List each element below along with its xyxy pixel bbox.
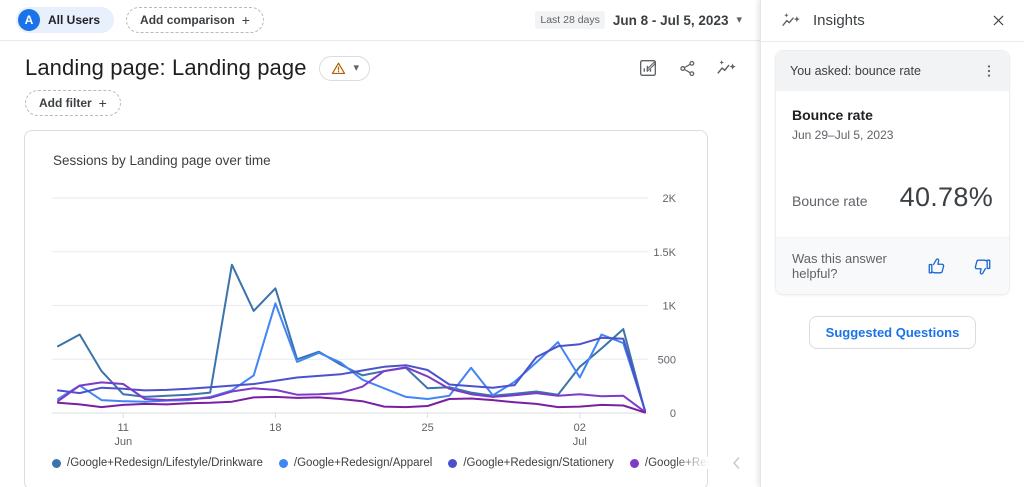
chevron-down-icon: ▾ bbox=[736, 15, 742, 26]
page-title: Landing page: Landing page bbox=[25, 55, 307, 81]
insight-card-header: You asked: bounce rate bbox=[776, 51, 1009, 91]
svg-text:25: 25 bbox=[421, 422, 433, 434]
suggested-questions-button[interactable]: Suggested Questions bbox=[809, 316, 977, 349]
close-icon bbox=[990, 12, 1007, 29]
edit-chart-button[interactable] bbox=[636, 56, 660, 80]
comparison-bar: A All Users Add comparison + Last 28 day… bbox=[0, 0, 760, 41]
legend-label: /Google+Redesign/Lifestyle/Drinkware bbox=[67, 457, 263, 469]
plus-icon: + bbox=[242, 13, 250, 27]
legend-items: /Google+Redesign/Lifestyle/Drinkware/Goo… bbox=[52, 457, 709, 469]
helpful-prompt: Was this answer helpful? bbox=[792, 251, 925, 281]
insights-panel-title: Insights bbox=[813, 12, 865, 29]
insights-panel: Insights You asked: bounce rate Bounce r… bbox=[760, 0, 1024, 487]
filter-bar: Add filter + bbox=[0, 81, 760, 116]
thumbs-up-icon bbox=[927, 256, 948, 277]
data-quality-pill[interactable]: ▾ bbox=[319, 56, 371, 81]
sessions-chart-card: Sessions by Landing page over time 0 500 1… bbox=[24, 130, 708, 487]
close-insights-button[interactable] bbox=[986, 9, 1010, 33]
share-icon bbox=[678, 59, 697, 78]
thumbs-down-icon bbox=[971, 256, 992, 277]
insight-metric-value: 40.78% bbox=[900, 182, 993, 213]
legend-prev-button[interactable] bbox=[725, 451, 749, 475]
legend-item: /Google+Redesign/Lifestyle/Drinkware bbox=[52, 457, 263, 469]
date-range-text: Jun 8 - Jul 5, 2023 bbox=[613, 13, 729, 28]
plus-icon: + bbox=[99, 96, 107, 110]
warning-icon bbox=[330, 60, 347, 77]
chevron-down-icon: ▾ bbox=[354, 63, 360, 74]
legend-label: /Google+Redesign/Apparel bbox=[294, 457, 432, 469]
chart-legend: /Google+Redesign/Lifestyle/Drinkware/Goo… bbox=[52, 453, 689, 473]
insights-panel-header: Insights bbox=[761, 0, 1024, 42]
legend-dot-icon bbox=[630, 459, 639, 468]
insight-metric-title: Bounce rate bbox=[792, 107, 993, 123]
insight-card-footer: Was this answer helpful? bbox=[776, 237, 1009, 294]
legend-label: /Google+Redesign/Stationery bbox=[463, 457, 614, 469]
svg-text:1.5K: 1.5K bbox=[653, 247, 676, 259]
date-range-selector[interactable]: Last 28 days Jun 8 - Jul 5, 2023 ▾ bbox=[535, 11, 742, 29]
add-comparison-label: Add comparison bbox=[140, 13, 235, 27]
legend-dot-icon bbox=[279, 459, 288, 468]
main-content: A All Users Add comparison + Last 28 day… bbox=[0, 0, 760, 487]
insight-menu-button[interactable] bbox=[977, 59, 1001, 83]
insights-icon bbox=[716, 58, 737, 79]
report-header: Landing page: Landing page ▾ bbox=[0, 41, 760, 81]
share-button[interactable] bbox=[675, 56, 699, 80]
all-users-avatar: A bbox=[18, 9, 40, 31]
svg-text:0: 0 bbox=[670, 408, 676, 420]
insight-metric-label: Bounce rate bbox=[792, 193, 868, 209]
insight-card-body: Bounce rate Jun 29–Jul 5, 2023 Bounce ra… bbox=[776, 91, 1009, 237]
insight-question-text: You asked: bounce rate bbox=[790, 64, 921, 78]
thumbs-up-button[interactable] bbox=[925, 254, 949, 278]
kebab-menu-icon bbox=[981, 63, 997, 79]
legend-dot-icon bbox=[52, 459, 61, 468]
svg-text:Jul: Jul bbox=[573, 436, 587, 448]
chart-title: Sessions by Landing page over time bbox=[53, 153, 271, 168]
insights-icon bbox=[781, 11, 801, 31]
chevron-left-icon bbox=[729, 455, 745, 471]
sessions-chart[interactable]: 0 500 1K 1.5K 2K 11 Jun 18 25 02 Jul bbox=[52, 190, 692, 452]
add-filter-label: Add filter bbox=[39, 96, 92, 110]
legend-item: /Google+Redesign bbox=[630, 457, 709, 469]
all-users-label: All Users bbox=[48, 13, 100, 27]
svg-text:1K: 1K bbox=[663, 301, 677, 313]
svg-text:Jun: Jun bbox=[114, 436, 132, 448]
legend-label: /Google+Redesign bbox=[645, 457, 709, 469]
date-range-badge: Last 28 days bbox=[535, 11, 605, 29]
svg-text:11: 11 bbox=[118, 422, 129, 434]
all-users-chip[interactable]: A All Users bbox=[16, 7, 114, 33]
add-filter-button[interactable]: Add filter + bbox=[25, 90, 121, 116]
edit-chart-icon bbox=[638, 58, 658, 78]
add-comparison-button[interactable]: Add comparison + bbox=[126, 7, 264, 33]
thumbs-down-button[interactable] bbox=[969, 254, 993, 278]
svg-text:2K: 2K bbox=[663, 193, 677, 205]
svg-text:500: 500 bbox=[658, 354, 676, 366]
insight-metric-row: Bounce rate 40.78% bbox=[792, 182, 993, 237]
legend-dot-icon bbox=[448, 459, 457, 468]
svg-text:18: 18 bbox=[269, 422, 281, 434]
insight-date-range: Jun 29–Jul 5, 2023 bbox=[792, 128, 993, 142]
legend-item: /Google+Redesign/Stationery bbox=[448, 457, 614, 469]
insights-toggle-button[interactable] bbox=[714, 56, 738, 80]
legend-item: /Google+Redesign/Apparel bbox=[279, 457, 432, 469]
insight-card: You asked: bounce rate Bounce rate Jun 2… bbox=[775, 50, 1010, 295]
svg-text:02: 02 bbox=[574, 422, 586, 434]
